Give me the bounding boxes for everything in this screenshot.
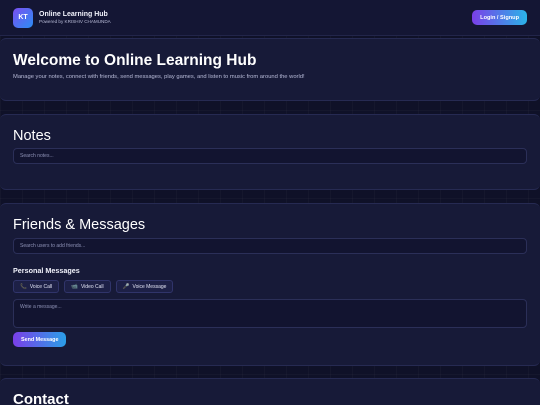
notes-search-input[interactable] — [13, 148, 527, 164]
app-subtitle: Powered by KRISHIV CHAMUNDA — [39, 19, 111, 24]
brand[interactable]: KT Online Learning Hub Powered by KRISHI… — [13, 7, 111, 28]
message-textarea[interactable] — [13, 299, 527, 328]
friends-messages-section: Friends & Messages Personal Messages 📞 V… — [0, 203, 540, 366]
login-signup-button[interactable]: Login / Signup — [472, 10, 527, 25]
notes-section: Notes — [0, 114, 540, 190]
microphone-icon: 🎤 — [122, 283, 130, 290]
welcome-title: Welcome to Online Learning Hub — [13, 52, 257, 69]
voice-message-button[interactable]: 🎤 Voice Message — [115, 280, 174, 293]
video-camera-icon: 📹 — [71, 283, 78, 290]
send-message-button[interactable]: Send Message — [13, 332, 67, 347]
app-title: Online Learning Hub — [39, 11, 108, 18]
contact-title: Contact — [13, 391, 69, 405]
welcome-description: Manage your notes, connect with friends,… — [13, 74, 305, 80]
logo-badge: KT — [13, 7, 33, 28]
personal-messages-title: Personal Messages — [13, 266, 80, 275]
voice-message-label: Voice Message — [132, 283, 167, 290]
brand-text: Online Learning Hub Powered by KRISHIV C… — [39, 10, 111, 25]
video-call-label: Video Call — [80, 283, 104, 290]
video-call-button[interactable]: 📹 Video Call — [64, 280, 111, 293]
contact-section: Contact — [0, 378, 540, 405]
welcome-section: Welcome to Online Learning Hub Manage yo… — [0, 38, 540, 101]
voice-call-button[interactable]: 📞 Voice Call — [13, 280, 60, 293]
phone-icon: 📞 — [20, 283, 27, 290]
call-actions: 📞 Voice Call 📹 Video Call 🎤 Voice Messag… — [13, 280, 527, 293]
top-header: KT Online Learning Hub Powered by KRISHI… — [0, 0, 540, 36]
friends-title: Friends & Messages — [13, 217, 146, 233]
voice-call-label: Voice Call — [29, 283, 53, 290]
user-search-input[interactable] — [13, 238, 527, 254]
notes-title: Notes — [13, 128, 51, 144]
